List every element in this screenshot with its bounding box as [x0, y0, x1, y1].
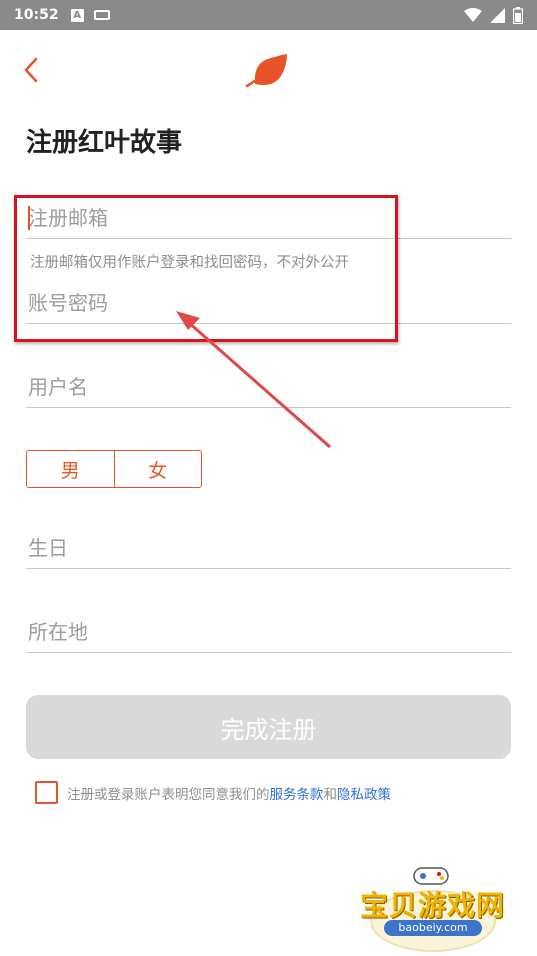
- wifi-icon: [464, 8, 482, 22]
- page-title: 注册红叶故事: [26, 128, 183, 158]
- agreement-and: 和: [323, 787, 338, 803]
- register-screen: 10:52 A 注册红叶故事 注册邮箱 注册邮箱仅用作账户登录和找回密码，不对外…: [0, 0, 537, 956]
- battery-icon: [513, 7, 523, 24]
- app-logo: [243, 50, 293, 90]
- username-field[interactable]: [26, 367, 511, 407]
- keyboard-icon: [93, 10, 110, 20]
- red-leaf-icon: [245, 54, 287, 88]
- gender-selector: 男 女: [26, 450, 202, 488]
- terms-link[interactable]: 服务条款: [270, 787, 324, 803]
- birthday-field[interactable]: [26, 528, 511, 568]
- annotation-highlight-box: [14, 195, 398, 342]
- gender-female-button[interactable]: 女: [113, 451, 202, 487]
- watermark-title: 宝贝游戏网: [360, 889, 506, 922]
- birthday-field-wrap: [26, 528, 511, 569]
- complete-register-button[interactable]: 完成注册: [26, 695, 511, 759]
- location-field-wrap: [26, 612, 511, 653]
- location-field[interactable]: [26, 612, 511, 652]
- chevron-left-icon: [24, 57, 38, 83]
- agreement-checkbox[interactable]: [35, 781, 58, 804]
- status-right-icons: [464, 7, 523, 24]
- watermark-logo: 宝贝游戏网 baobeiy.com: [360, 862, 505, 952]
- back-button[interactable]: [20, 55, 46, 85]
- status-bar: 10:52 A: [0, 0, 537, 30]
- gender-male-button[interactable]: 男: [27, 451, 114, 487]
- agreement-prefix: 注册或登录账户表明您同意我们的: [67, 787, 270, 803]
- signal-icon: [490, 8, 505, 23]
- status-time: 10:52: [14, 7, 59, 23]
- username-field-wrap: [26, 367, 511, 408]
- privacy-link[interactable]: 隐私政策: [337, 787, 391, 803]
- watermark-url: baobeiy.com: [384, 920, 482, 936]
- agreement-text: 注册或登录账户表明您同意我们的服务条款和隐私政策: [67, 783, 391, 803]
- gamepad-icon: [413, 867, 449, 885]
- notification-a-icon: A: [70, 8, 84, 22]
